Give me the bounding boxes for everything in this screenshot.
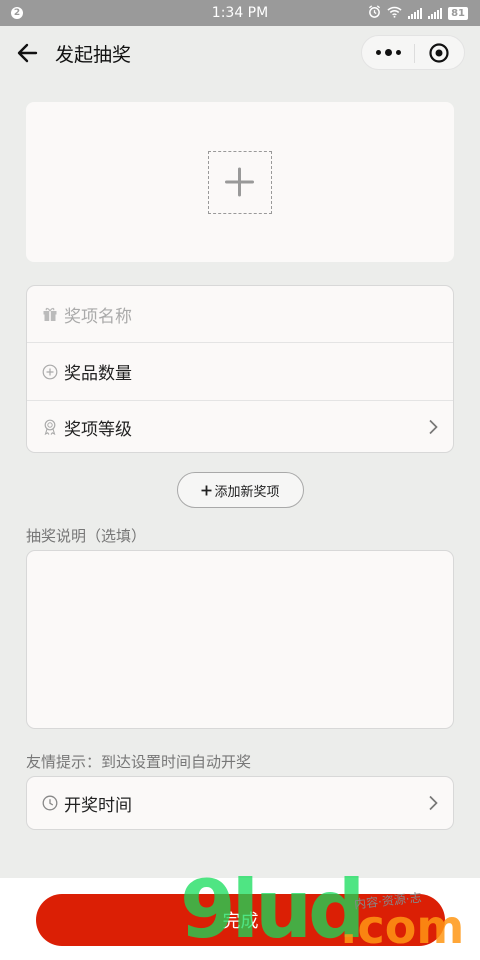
clock-icon (42, 795, 58, 811)
add-prize-label: 添加新奖项 (214, 484, 280, 500)
footer-bar: 完成 9lud .com 内容·资源·志 (0, 870, 480, 960)
battery-indicator: 81 (448, 6, 468, 20)
draw-time-row[interactable]: 开奖时间 (27, 777, 453, 829)
description-textarea[interactable] (26, 550, 454, 729)
prize-quantity-row[interactable]: 奖品数量 (27, 343, 453, 400)
wifi-icon (387, 6, 402, 21)
page-title: 发起抽奖 (55, 44, 132, 66)
prize-level-label: 奖项等级 (64, 419, 132, 440)
close-target-icon[interactable] (413, 36, 464, 69)
prize-quantity-label: 奖品数量 (64, 364, 132, 384)
nav-bar: 发起抽奖 (0, 26, 480, 80)
draw-time-card: 开奖时间 (26, 776, 454, 830)
status-icons: 81 (368, 5, 468, 21)
tip-text: 友情提示：到达设置时间自动开奖 (26, 753, 252, 771)
chevron-right-icon (427, 795, 439, 811)
description-label: 抽奖说明（选填） (26, 527, 147, 545)
prize-card: 奖项名称 奖品数量 奖项等级 (26, 285, 454, 453)
prize-level-row[interactable]: 奖项等级 (27, 401, 453, 453)
chevron-right-icon (427, 419, 439, 435)
add-prize-button[interactable]: 添加新奖项 (177, 472, 304, 508)
watermark-logo: 9lud (180, 863, 365, 956)
status-bar: 2 1:34 PM 81 (0, 0, 480, 26)
plus-icon (225, 167, 254, 197)
add-image-button[interactable] (208, 151, 272, 214)
image-upload-area[interactable] (26, 102, 454, 262)
alarm-icon (368, 5, 381, 21)
draw-time-label: 开奖时间 (64, 795, 132, 816)
signal-icon-2 (428, 7, 443, 19)
medal-icon (42, 419, 58, 436)
mini-program-capsule (361, 35, 465, 70)
plus-circle-icon (42, 364, 58, 380)
back-arrow-icon[interactable] (14, 39, 42, 67)
gift-icon (42, 306, 58, 322)
prize-name-input[interactable]: 奖项名称 (64, 302, 132, 327)
more-options-icon[interactable] (362, 36, 414, 69)
prize-name-row[interactable]: 奖项名称 (27, 286, 453, 342)
plus-icon (201, 485, 212, 495)
signal-icon (408, 7, 423, 19)
